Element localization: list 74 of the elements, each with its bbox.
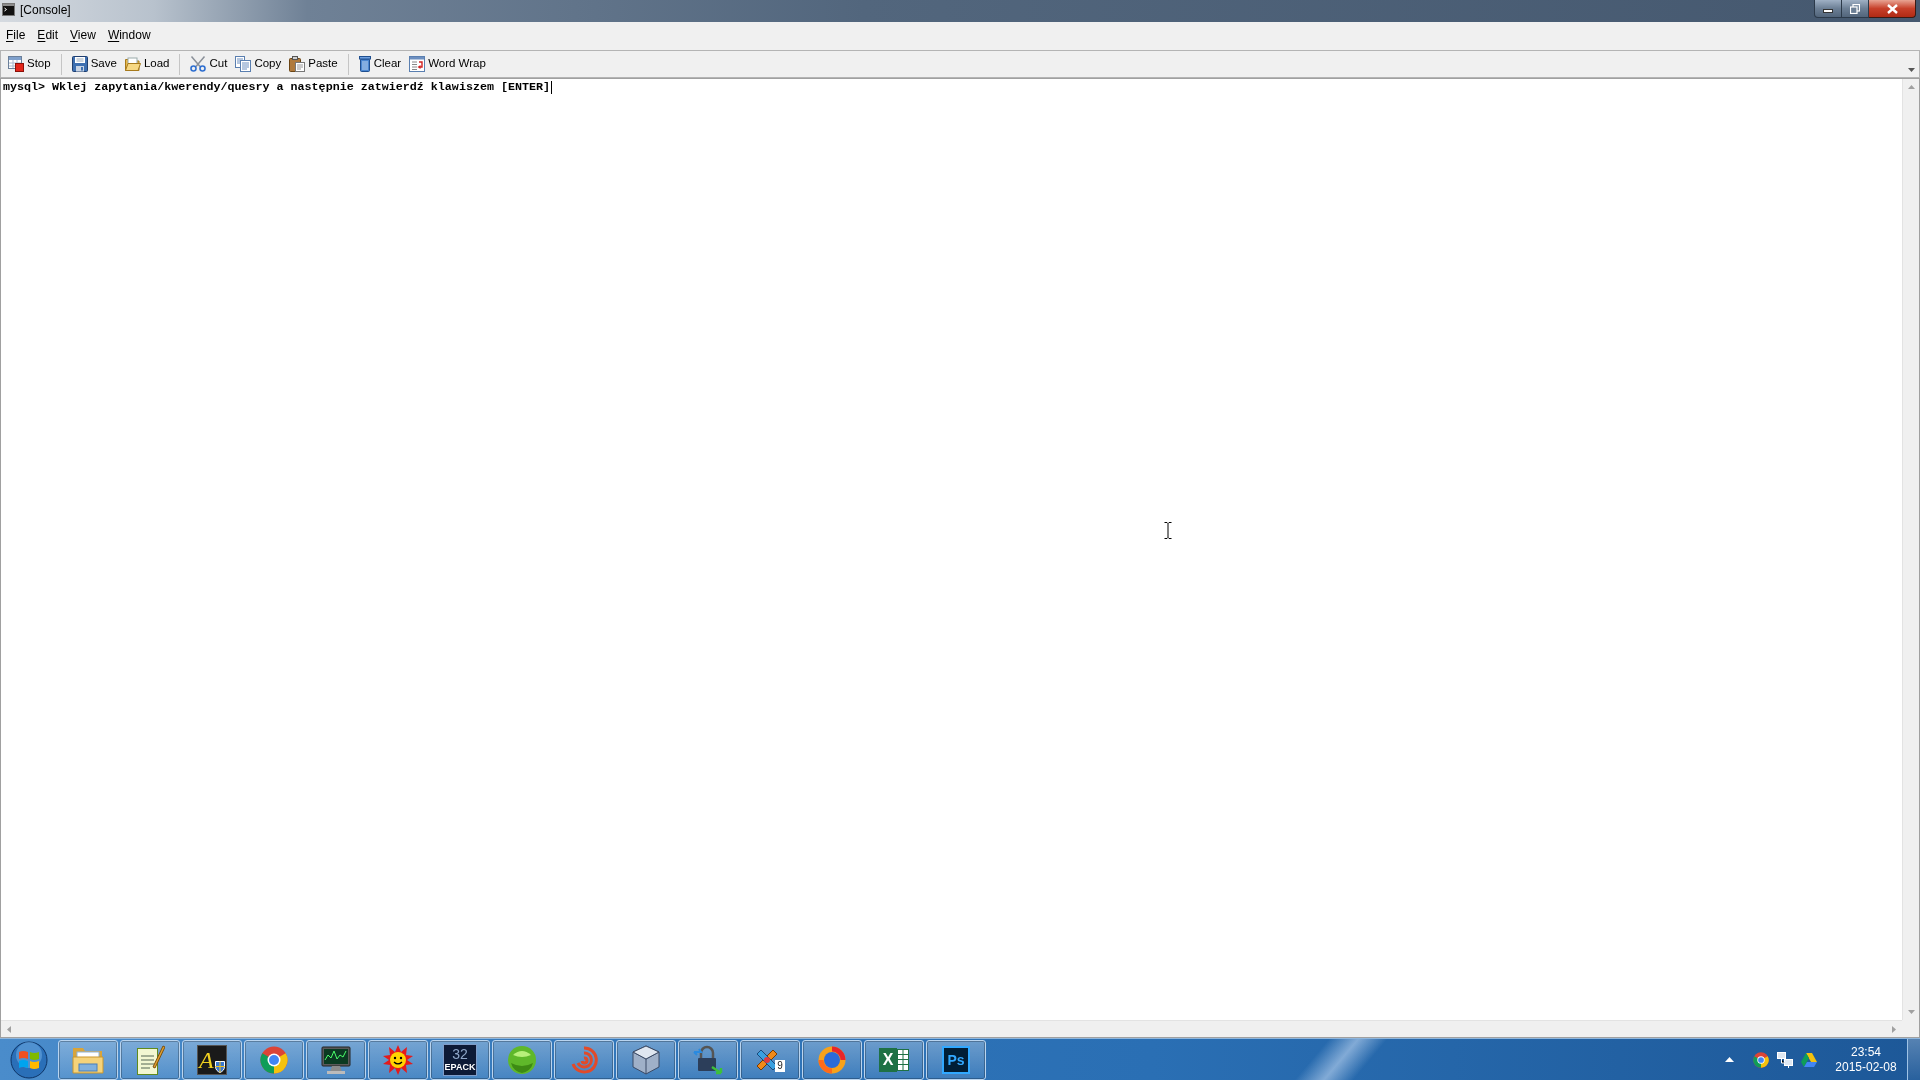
toolbar-button[interactable]: Load	[121, 53, 173, 75]
taskbar-button[interactable]	[492, 1039, 552, 1080]
save-icon	[71, 56, 88, 72]
toolbar-button[interactable]: Copy	[232, 53, 285, 75]
taskbar-button[interactable]	[244, 1039, 304, 1080]
toolbar-button[interactable]: Clear	[355, 53, 405, 75]
padlock-arrows-icon	[693, 1044, 723, 1075]
taskbar-button[interactable]	[678, 1039, 738, 1080]
menu-item[interactable]: Edit	[31, 25, 65, 45]
taskbar-button[interactable]	[120, 1039, 180, 1080]
i-beam-pointer-icon	[1164, 522, 1172, 539]
copy-icon	[235, 56, 252, 72]
show-desktop-button[interactable]	[1907, 1039, 1920, 1080]
word-wrap-icon	[409, 56, 426, 72]
scissors-icon	[190, 56, 207, 72]
triangle-logo-icon[interactable]	[1801, 1052, 1817, 1067]
restore-icon	[1850, 3, 1860, 14]
logo-letter: X	[879, 1047, 897, 1072]
clipboard-icon	[289, 56, 306, 72]
grid-stop-icon	[8, 56, 24, 72]
restore-button[interactable]	[1842, 0, 1869, 18]
menu-item[interactable]: File	[0, 25, 32, 45]
taskbar-button[interactable]	[802, 1039, 862, 1080]
taskbar-button[interactable]: 32 EPACK	[430, 1039, 490, 1080]
logo-letter: A	[199, 1045, 214, 1074]
minimize-button[interactable]	[1814, 0, 1842, 18]
chevron-down-icon[interactable]	[1908, 68, 1915, 72]
spreadsheet-icon	[897, 1048, 909, 1071]
taskbar-button[interactable]: A	[182, 1039, 242, 1080]
console-line: mysql> Wklej zapytania/kwerendy/quesry a następnie zatwierdź klawiszem [ENTER]	[3, 80, 551, 94]
circle-logo-icon[interactable]	[1753, 1051, 1769, 1068]
start-button[interactable]	[9, 1039, 49, 1080]
terminal-icon	[2, 3, 15, 16]
taskbar-button[interactable]: X	[864, 1039, 924, 1080]
clock-date[interactable]: 2015-02-08	[1835, 1059, 1897, 1075]
toolbar-button[interactable]: Word Wrap	[406, 53, 489, 75]
taskbar-button[interactable]	[554, 1039, 614, 1080]
text-cursor-icon	[551, 80, 553, 94]
open-folder-icon	[124, 56, 141, 72]
network-icon[interactable]	[1777, 1051, 1793, 1068]
trash-icon	[358, 56, 371, 72]
window-title: [Console]	[20, 2, 71, 19]
start-orb-icon	[10, 1040, 48, 1079]
document-pencil-icon	[135, 1044, 165, 1075]
taskbar-button[interactable]: 9	[740, 1039, 800, 1080]
flame-circle-icon	[818, 1045, 846, 1074]
taskbar-button[interactable]	[306, 1039, 366, 1080]
toolbar-button[interactable]: Paste	[286, 53, 341, 75]
swirl-icon	[570, 1045, 598, 1074]
taskbar-button[interactable]	[58, 1039, 118, 1080]
logo-text: 32	[452, 1047, 468, 1062]
menu-item[interactable]: Window	[101, 25, 157, 45]
logo-text: EPACK	[444, 1062, 476, 1072]
menu-item[interactable]: View	[64, 25, 102, 45]
toolbar-button[interactable]: Cut	[187, 53, 231, 75]
version-number: 9	[775, 1059, 785, 1072]
circle-logo-icon	[260, 1045, 288, 1074]
taskbar-button[interactable]	[368, 1039, 428, 1080]
folder-icon	[72, 1045, 104, 1074]
taskbar-button[interactable]: Ps	[926, 1039, 986, 1080]
taskbar-button[interactable]	[616, 1039, 676, 1080]
monitor-chart-icon	[321, 1045, 351, 1074]
toolbar-button[interactable]: Stop	[5, 53, 54, 75]
leaf-ball-icon	[507, 1044, 537, 1075]
caret-up-icon[interactable]	[1725, 1057, 1734, 1062]
close-button[interactable]	[1869, 0, 1916, 18]
clock-time[interactable]: 23:54	[1851, 1044, 1881, 1060]
smiling-sun-icon	[383, 1044, 413, 1075]
logo-letter: Ps	[942, 1045, 970, 1074]
cube-icon	[632, 1044, 660, 1075]
toolbar-button[interactable]: Save	[68, 53, 120, 75]
close-icon	[1886, 3, 1898, 14]
shield-icon	[215, 1060, 225, 1073]
minimize-icon	[1823, 8, 1833, 13]
